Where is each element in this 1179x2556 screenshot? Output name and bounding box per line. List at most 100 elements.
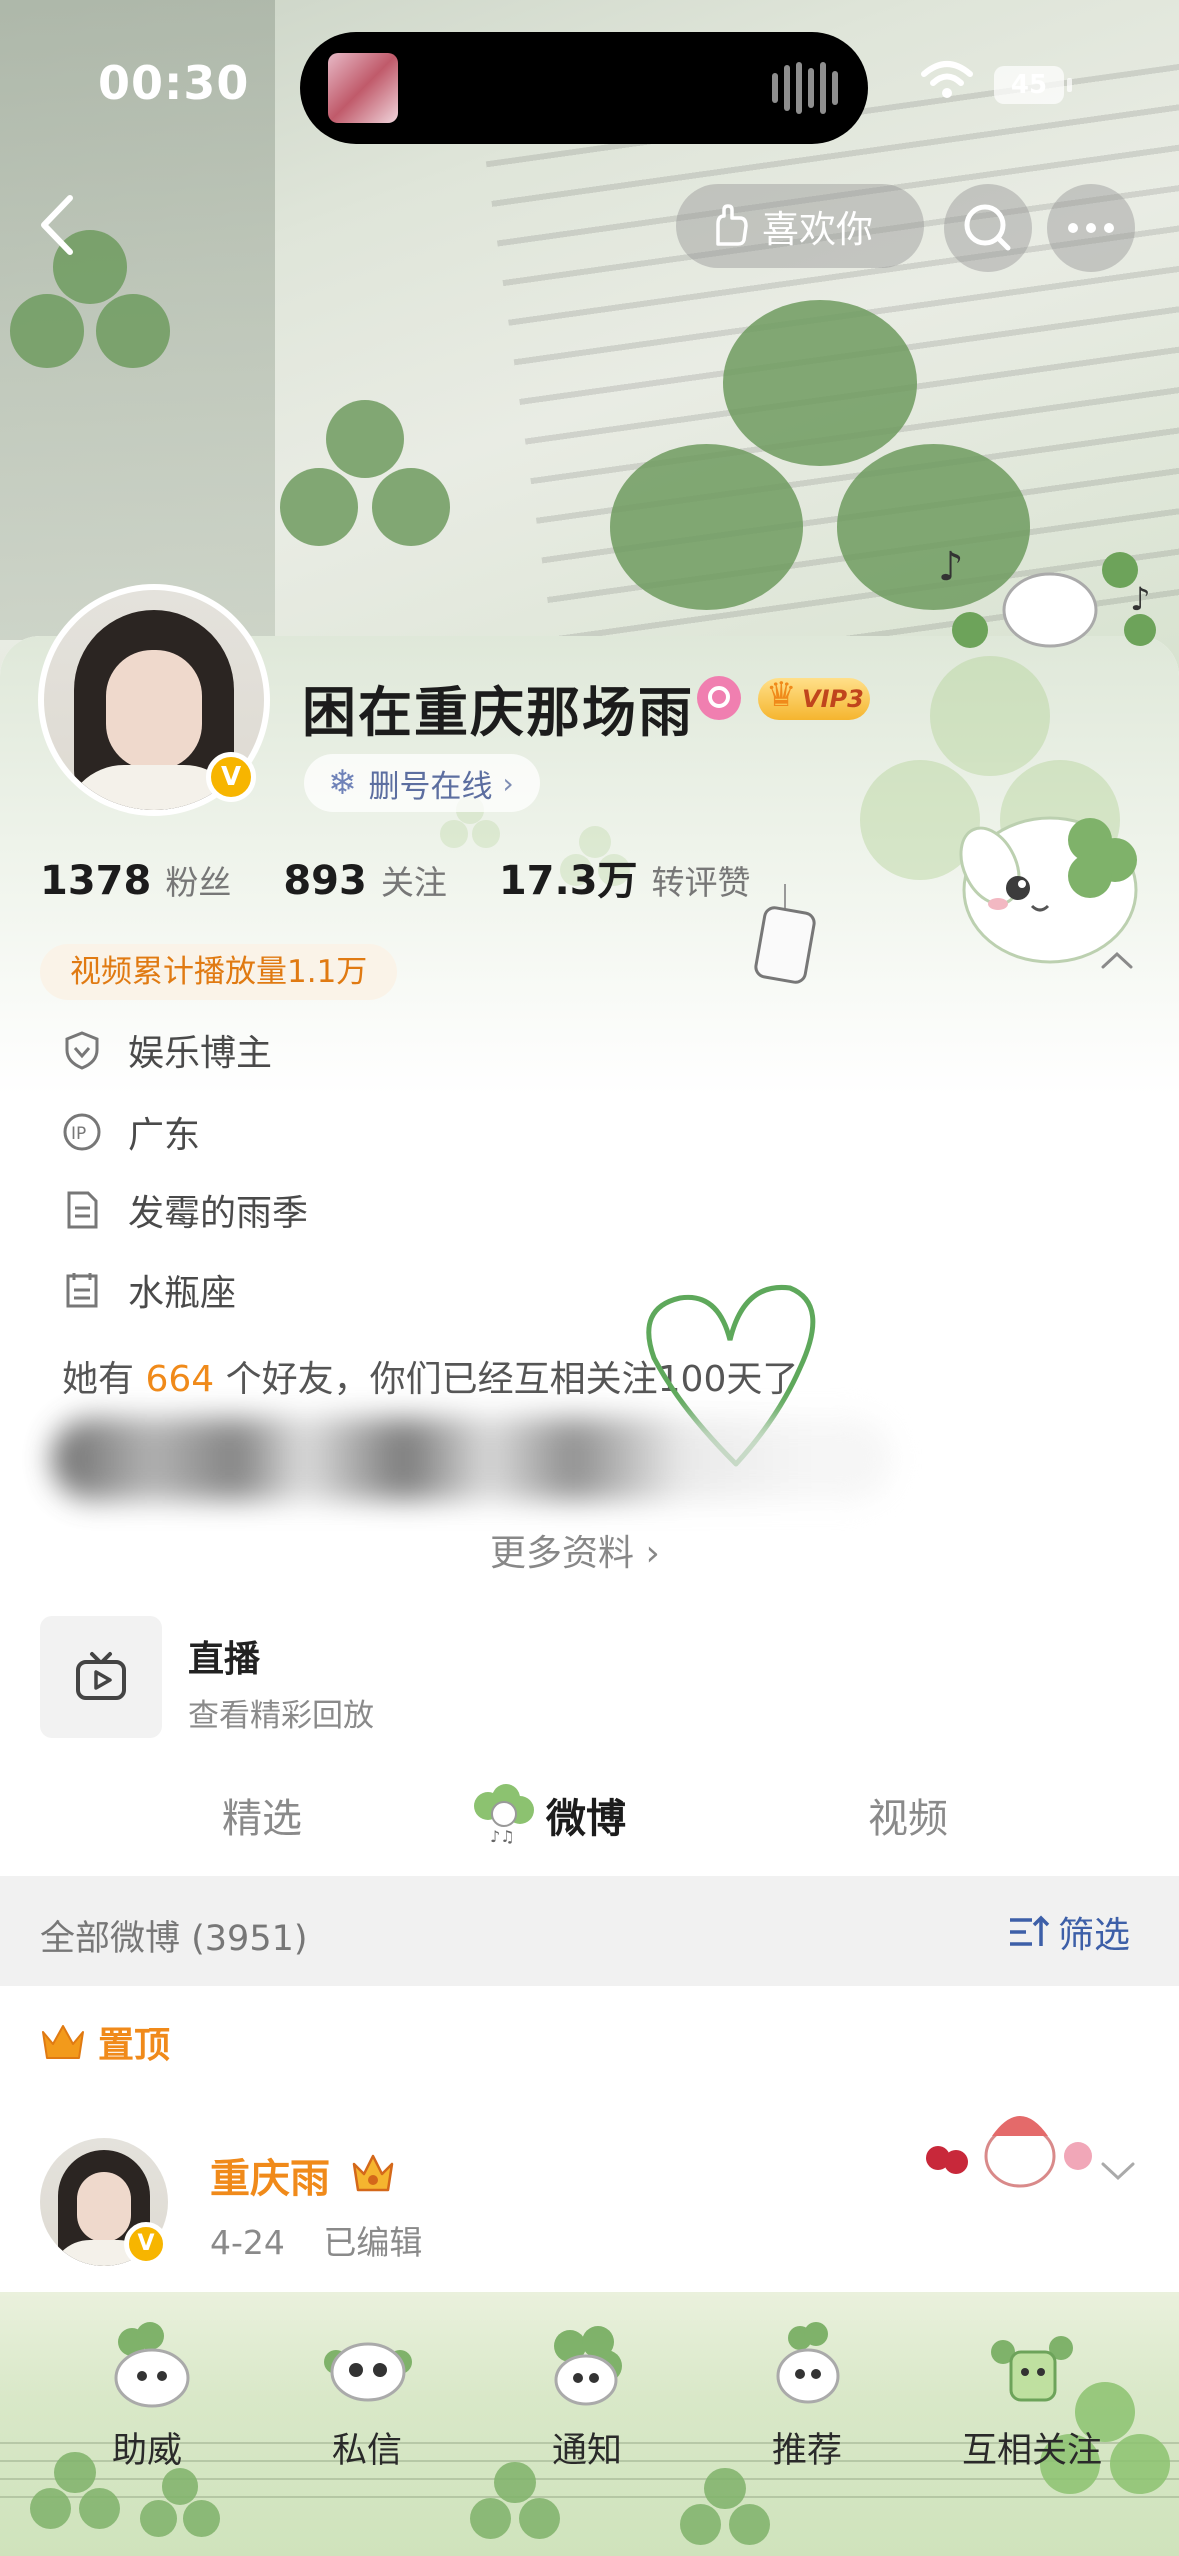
pinned-header: 置顶 <box>40 2016 170 2068</box>
puppy-notes-icon: ♪ ♪ <box>938 544 1156 648</box>
snowflake-icon: ❄ <box>328 763 357 803</box>
bottom-tab-label: 通知 <box>551 2431 622 2471</box>
all-posts-count[interactable]: 全部微博 (3951) <box>40 1910 308 1961</box>
stat-label: 粉丝 <box>165 863 232 902</box>
chevron-down-icon[interactable] <box>1100 2160 1136 2182</box>
more-dots-icon <box>1068 223 1114 233</box>
shield-icon <box>65 1031 99 1070</box>
stat-number: 17.3万 <box>498 858 638 904</box>
calendar-icon <box>66 1273 98 1308</box>
svg-text:IP: IP <box>71 1124 86 1144</box>
puppy-message-icon <box>324 2342 412 2402</box>
wifi-icon <box>921 61 973 98</box>
puppy-cheer-icon <box>114 2322 190 2408</box>
info-zodiac-text: 水瓶座 <box>128 1273 237 1314</box>
bottom-tab-label: 互相关注 <box>961 2431 1102 2471</box>
profile-name: 困在重庆那场雨 <box>302 681 694 744</box>
cake-mascot-icon <box>926 2116 1092 2188</box>
info-row-ip-location: IP 广东 <box>62 1106 200 1158</box>
bottom-tab-notifications[interactable]: 通知 <box>502 2322 672 2473</box>
puppy-mutual-icon <box>991 2336 1073 2402</box>
svg-text:♪: ♪ <box>1130 580 1150 618</box>
info-category-text: 娱乐博主 <box>128 1033 273 1074</box>
pinned-label: 置顶 <box>98 2025 171 2066</box>
stat-reposts-likes[interactable]: 17.3万 转评赞 <box>499 848 751 906</box>
vip-badge[interactable]: VIP3 <box>758 674 870 720</box>
online-status-label: 删号在线 <box>368 768 493 805</box>
live-subtitle[interactable]: 查看精彩回放 <box>188 1690 374 1735</box>
friends-prefix: 她有 <box>62 1359 135 1400</box>
search-button[interactable] <box>944 184 1032 272</box>
dynamic-island[interactable] <box>300 32 868 144</box>
info-row-bio: 发霉的雨季 <box>62 1184 308 1236</box>
audio-waveform-icon <box>772 62 838 114</box>
post-author-name[interactable]: 重庆雨 <box>210 2146 330 2204</box>
search-icon <box>964 204 1011 251</box>
tab-weibo[interactable]: 微博 <box>546 1786 626 1844</box>
bottom-tab-mutual-follow[interactable]: 互相关注 <box>942 2322 1122 2473</box>
feed-filter-bar: 全部微博 (3951) 筛选 <box>0 1876 1179 1986</box>
info-row-category: 娱乐博主 <box>62 1024 272 1076</box>
chevron-right-icon: › <box>645 1533 660 1574</box>
friends-count: 664 <box>145 1359 215 1400</box>
post-meta: 4-24 已编辑 <box>210 2216 422 2264</box>
like-you-button[interactable]: 喜欢你 <box>676 184 924 268</box>
verified-badge-icon: V <box>206 752 256 802</box>
more-info-label: 更多资料 <box>490 1533 635 1574</box>
live-title[interactable]: 直播 <box>188 1630 260 1682</box>
svg-text:♪♫: ♪♫ <box>490 1827 515 1844</box>
puppy-notification-icon <box>554 2326 622 2406</box>
info-bio-text: 发霉的雨季 <box>128 1193 309 1234</box>
stat-label: 关注 <box>380 863 447 902</box>
post-date: 4-24 <box>210 2223 285 2262</box>
filter-icon <box>1010 1915 1050 1946</box>
bottom-clover-deco <box>470 2462 560 2552</box>
blurred-redacted-content <box>52 1418 892 1500</box>
clover-mascot-icon: ♪♫ <box>474 1784 534 1844</box>
battery-indicator: 45 <box>994 66 1072 104</box>
search-badge-icon[interactable] <box>697 676 741 720</box>
video-play-count-pill[interactable]: 视频累计播放量1.1万 <box>40 944 398 1000</box>
stat-following[interactable]: 893 关注 <box>283 856 447 904</box>
bottom-clover-deco <box>680 2468 770 2556</box>
live-replay-tile[interactable] <box>40 1616 162 1738</box>
bottom-tab-messages[interactable]: 私信 <box>282 2322 452 2473</box>
post-edited-label: 已编辑 <box>323 2223 423 2262</box>
more-button[interactable] <box>1047 184 1135 272</box>
back-arrow-icon[interactable] <box>28 190 88 260</box>
status-bar: 00:30 45 <box>0 0 1179 170</box>
stat-number: 893 <box>283 858 367 904</box>
like-you-label: 喜欢你 <box>762 208 873 251</box>
crown-badge-icon <box>352 2154 394 2192</box>
bottom-tab-label: 私信 <box>331 2431 402 2471</box>
chevron-up-icon[interactable] <box>1100 950 1134 970</box>
online-status-pill[interactable]: ❄ 删号在线 › <box>304 754 540 812</box>
info-ip-text: 广东 <box>128 1115 201 1156</box>
stat-number: 1378 <box>40 858 152 904</box>
puppy-recommend-icon <box>776 2322 840 2404</box>
ip-icon: IP <box>63 1113 101 1151</box>
more-info-link[interactable]: 更多资料 › <box>490 1524 660 1576</box>
banner-clover-mid <box>280 400 450 570</box>
status-time: 00:30 <box>98 56 250 110</box>
filter-label: 筛选 <box>1058 1915 1131 1956</box>
tv-icon <box>76 1652 126 1700</box>
bottom-tab-recommend[interactable]: 推荐 <box>722 2322 892 2473</box>
stat-followers[interactable]: 1378 粉丝 <box>40 856 231 904</box>
chevron-right-icon: › <box>502 766 514 800</box>
tab-video[interactable]: 视频 <box>868 1786 948 1844</box>
crown-icon <box>42 2025 84 2059</box>
info-row-zodiac: 水瓶座 <box>62 1264 236 1316</box>
document-icon <box>67 1191 98 1229</box>
tab-featured[interactable]: 精选 <box>222 1786 302 1844</box>
profile-stats: 1378 粉丝 893 关注 17.3万 转评赞 <box>40 848 803 906</box>
filter-button[interactable]: 筛选 <box>1008 1906 1130 1958</box>
now-playing-thumbnail <box>328 53 398 123</box>
profile-avatar[interactable]: V <box>38 584 270 816</box>
heart-hand-icon <box>716 204 748 246</box>
svg-text:♪: ♪ <box>938 544 964 590</box>
post-verified-badge-icon: V <box>124 2222 168 2266</box>
bottom-tab-cheer[interactable]: 助威 <box>62 2322 232 2473</box>
bottom-tab-bar: 助威 私信 通知 推荐 互相关注 <box>0 2292 1179 2556</box>
bottom-clover-deco <box>140 2468 220 2548</box>
